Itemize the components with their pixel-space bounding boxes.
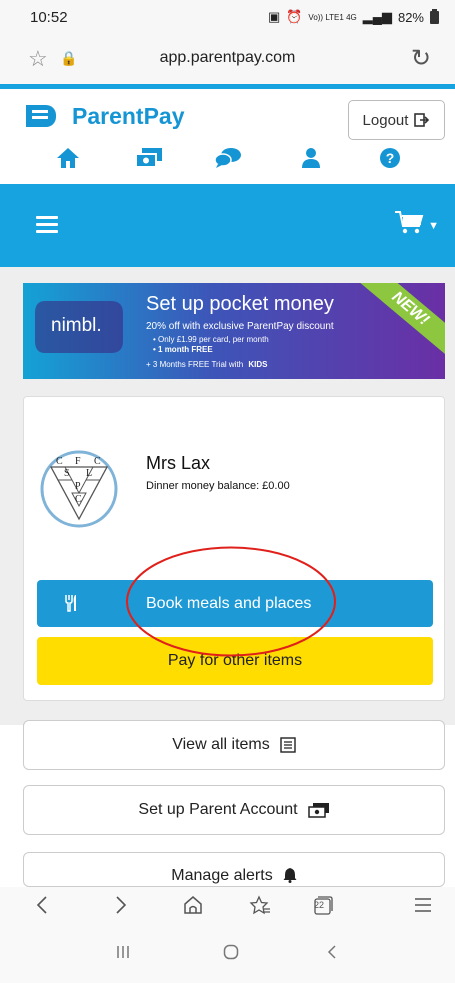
crest-letters: C F C S L P C (56, 456, 101, 505)
status-icons: ▣ ⏰ Vo)) LTE1 4G ▂▄▆ 82% (267, 8, 439, 25)
notification-icon: ▣ (267, 9, 281, 24)
hamburger-menu-icon[interactable] (36, 216, 58, 234)
battery-icon (430, 8, 439, 24)
back-icon[interactable] (22, 887, 62, 923)
logout-button[interactable]: Logout (348, 100, 445, 140)
parentpay-logo-icon (26, 105, 56, 127)
book-meals-button[interactable]: Book meals and places (37, 580, 433, 627)
menu-icon[interactable] (403, 887, 443, 923)
reload-icon[interactable]: ↻ (411, 44, 431, 73)
svg-text:?: ? (386, 150, 395, 166)
chevron-down-icon: ▼ (428, 220, 439, 232)
forward-icon[interactable] (101, 887, 141, 923)
status-time: 10:52 (30, 9, 68, 26)
bell-icon (283, 868, 297, 883)
view-all-items-button[interactable]: View all items (23, 720, 445, 770)
menu-bar: ▼ (0, 184, 455, 267)
account-icon[interactable] (295, 144, 327, 172)
logout-label: Logout (362, 111, 409, 129)
nimbl-brand: nimbl. (51, 315, 102, 336)
status-bar: 10:52 ▣ ⏰ Vo)) LTE1 4G ▂▄▆ 82% (0, 0, 455, 34)
main-nav-icons: ? (0, 144, 455, 176)
dinner-money-balance: Dinner money balance: £0.00 (146, 480, 290, 492)
signal-icon: ▂▄▆ (362, 9, 392, 24)
home-icon[interactable] (52, 144, 84, 172)
promo-line1: 20% off with exclusive ParentPay discoun… (146, 321, 334, 332)
promo-banner[interactable]: nimbl. Set up pocket money 20% off with … (23, 283, 445, 379)
messages-icon[interactable] (212, 144, 244, 172)
promo-title: Set up pocket money (146, 293, 334, 315)
url-field[interactable]: app.parentpay.com (0, 49, 455, 67)
bookmarks-icon[interactable] (240, 887, 280, 923)
view-all-items-label: View all items (172, 736, 270, 753)
set-up-parent-account-button[interactable]: Set up Parent Account (23, 785, 445, 835)
manage-alerts-label: Manage alerts (171, 867, 273, 884)
network-status: Vo)) LTE1 4G (308, 12, 357, 22)
basket-button[interactable]: ▼ (394, 210, 439, 236)
child-card: C F C S L P C Mrs Lax Dinner money balan… (23, 396, 445, 701)
set-up-parent-account-label: Set up Parent Account (138, 801, 298, 818)
payments-icon (307, 803, 329, 818)
book-meals-label: Book meals and places (146, 595, 312, 612)
promo-bullet2: • 1 month FREE (153, 345, 213, 354)
home-button-icon[interactable] (223, 943, 239, 966)
cutlery-icon (65, 595, 76, 612)
system-nav-bar (0, 927, 455, 983)
browser-nav-bar: 22 (0, 887, 455, 927)
manage-alerts-button[interactable]: Manage alerts (23, 852, 445, 887)
child-name: Mrs Lax (146, 453, 211, 473)
tab-count: 22 (314, 900, 325, 910)
kids-pass-logo: KIDS (248, 360, 268, 369)
alarm-icon: ⏰ (286, 9, 303, 24)
site-header: ParentPay Logout ? (0, 89, 455, 184)
list-icon (280, 737, 296, 753)
new-ribbon: NEW! (352, 283, 445, 360)
back-button-icon[interactable] (326, 943, 338, 966)
brand-name: ParentPay (72, 102, 185, 129)
parentpay-logo[interactable]: ParentPay (22, 101, 185, 131)
address-bar: ☆ 🔒 app.parentpay.com ↻ (0, 34, 455, 84)
help-icon[interactable]: ? (374, 144, 406, 172)
battery-level: 82% (397, 9, 424, 25)
recent-apps-icon[interactable] (116, 943, 130, 966)
tabs-icon[interactable]: 22 (303, 887, 343, 923)
payments-icon[interactable] (133, 144, 165, 172)
basket-icon (395, 211, 424, 234)
pay-other-items-button[interactable]: Pay for other items (37, 637, 433, 685)
promo-line3: + 3 Months FREE Trial with KIDS (146, 360, 268, 369)
promo-bullet1: • Only £1.99 per card, per month (153, 335, 269, 344)
home-icon[interactable] (173, 887, 213, 923)
logout-icon (414, 113, 430, 127)
